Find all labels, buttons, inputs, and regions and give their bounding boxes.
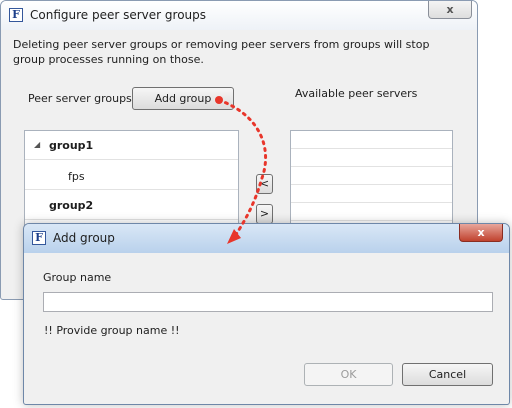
group-name-label: Group name [43,271,112,284]
validation-message: !! Provide group name !! [44,324,180,337]
add-group-dialog: F Add group x Group name !! Provide grou… [23,223,510,405]
list-item[interactable] [291,203,452,221]
server-name: fps [68,170,85,183]
main-window-title: Configure peer server groups [30,8,207,22]
group-name-input[interactable] [43,292,493,312]
info-text: Deleting peer server groups or removing … [13,38,430,66]
ok-button[interactable]: OK [304,363,393,386]
tree-row-fps[interactable]: fps [25,161,238,190]
available-peer-servers-label: Available peer servers [295,87,418,100]
cancel-button[interactable]: Cancel [402,363,493,386]
close-icon: x [477,226,485,239]
dialog-title-bar[interactable]: F Add group x [24,224,509,253]
expanded-triangle-icon[interactable]: ◢ [34,140,40,149]
tree-row-group2[interactable]: group2 [25,191,238,220]
peer-server-groups-label: Peer server groups [28,92,132,105]
dialog-body: Group name !! Provide group name !! OK C… [29,254,504,399]
add-group-button[interactable]: Add group [132,87,234,110]
dialog-close-button[interactable]: x [459,224,503,242]
list-item[interactable] [291,149,452,167]
list-item[interactable] [291,131,452,149]
dialog-title: Add group [53,231,115,245]
move-right-button[interactable]: > [256,204,273,224]
group-name: group2 [49,199,94,212]
group-name: group1 [49,139,94,152]
tree-row-group1[interactable]: ◢ group1 [25,131,238,160]
main-title-bar[interactable]: F Configure peer server groups x [1,1,477,30]
list-item[interactable] [291,167,452,185]
list-item[interactable] [291,185,452,203]
move-left-button[interactable]: < [256,174,273,194]
close-icon: x [446,3,454,16]
app-logo-icon: F [32,231,46,245]
app-logo-icon: F [9,8,23,22]
main-close-button[interactable]: x [428,1,472,19]
